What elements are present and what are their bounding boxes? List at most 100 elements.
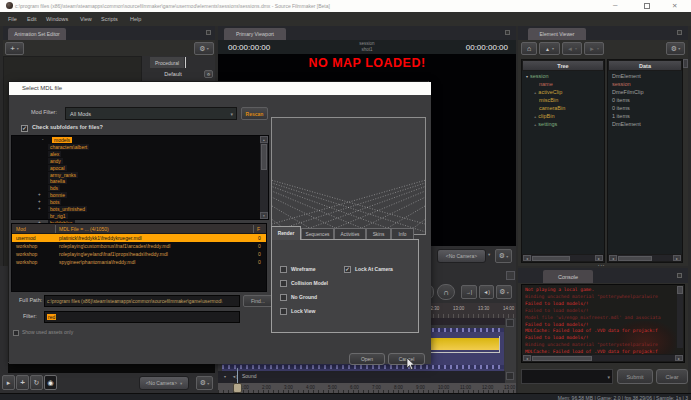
sound-collapse-arrow[interactable]: ▾ — [224, 374, 226, 379]
ev-tree-hscrollbar[interactable]: ◂▸ — [522, 254, 604, 262]
ev-splitter-dots[interactable]: ••• — [598, 263, 610, 266]
dialog-titlebar[interactable]: Select MDL file — [9, 82, 431, 95]
sound-track-row[interactable]: ▾ ◄) Sound — [218, 371, 505, 383]
tab-element-viewer[interactable]: Element Viewer — [528, 28, 586, 40]
viewport-camera-dropdown-arrow[interactable]: ▾ — [488, 252, 490, 257]
folder-item[interactable]: apocal — [48, 165, 67, 171]
viewport-camera-dropdown[interactable]: <No Camera> — [437, 249, 486, 263]
playhead-handle[interactable] — [233, 383, 242, 393]
menu-view[interactable]: View — [80, 16, 92, 22]
headphone-button[interactable]: ∩ — [437, 284, 455, 300]
ev-vscroll-up[interactable] — [683, 59, 688, 68]
tab-procedural[interactable]: Procedural — [150, 57, 184, 68]
rescan-button[interactable]: Rescan — [241, 107, 268, 120]
ev-data-row[interactable]: DmElement — [612, 73, 641, 79]
menu-scripts[interactable]: Scripts — [101, 16, 118, 22]
minimize-button[interactable]: – — [613, 0, 617, 9]
folder-item[interactable]: bots_unfinished — [48, 206, 87, 212]
ev-panel-menu-icon[interactable] — [677, 30, 682, 35]
clear-button[interactable]: Clear — [656, 369, 688, 384]
folder-item[interactable]: bds — [48, 185, 60, 191]
checkbox-no-ground[interactable] — [280, 294, 287, 301]
menu-edit[interactable]: Edit — [27, 16, 36, 22]
ev-data-row[interactable]: 1 items — [612, 113, 630, 119]
console-hscrollbar[interactable]: ◂▸ — [522, 354, 684, 362]
ev-tree-row[interactable]: miscBin — [534, 97, 558, 103]
home-button[interactable]: ⌂ — [521, 42, 537, 55]
folder-expander-icon[interactable]: + — [38, 199, 41, 204]
tab-animation-set-editor[interactable]: Animation Set Editor — [8, 28, 66, 40]
console-combo-arrow[interactable]: ▾ — [607, 374, 610, 380]
tree-expander-icon[interactable]: + — [534, 114, 536, 119]
up-button[interactable]: ▲▾ — [539, 42, 560, 55]
back-button[interactable]: ◄▾ — [562, 42, 582, 55]
viewport-panel-menu-icon[interactable] — [505, 30, 510, 35]
ev-data-hscrollbar[interactable]: ◂▸ — [608, 254, 682, 262]
ev-data-row[interactable]: session — [612, 81, 631, 87]
checkbox-collision-model[interactable] — [280, 280, 287, 287]
folder-tree-vscrollbar[interactable]: ▴ ▾ — [260, 136, 268, 219]
maximize-button[interactable] — [644, 3, 650, 9]
tab-console[interactable]: Console — [543, 270, 593, 283]
folder-expander-icon[interactable]: + — [38, 206, 41, 211]
ev-tree-row[interactable]: +clipBin — [534, 113, 555, 119]
timeline-camera-dropdown[interactable]: <No Camera>▾ — [139, 376, 189, 390]
tool-pointer-button[interactable]: ▸ — [2, 375, 15, 390]
menu-file[interactable]: File — [8, 16, 17, 22]
skip-to-end-button[interactable]: →| — [461, 285, 477, 299]
ev-data-row[interactable]: DmElement — [612, 121, 641, 127]
tool-rotate-button[interactable]: ↻ — [30, 375, 43, 390]
tree-expander-icon[interactable]: ▾ — [526, 74, 528, 79]
find-button[interactable]: Find... — [243, 295, 273, 307]
tool-record-button[interactable]: ◉ — [44, 375, 57, 390]
file-table-row[interactable]: workshoproleplaying\eyeland\fnaf1\props\… — [12, 250, 266, 258]
folder-tree[interactable]: ▴ ▾ - modelscharacters\albertalexandyapoc… — [11, 135, 269, 220]
subfolders-checkbox[interactable]: ✓ — [21, 125, 28, 132]
forward-button[interactable]: ►▾ — [584, 42, 604, 55]
console-panel-menu-icon[interactable] — [677, 273, 682, 278]
ev-tree-row[interactable]: cameraBin — [534, 105, 565, 111]
ev-tree-row[interactable]: name — [534, 81, 553, 87]
folder-item[interactable]: models — [52, 137, 72, 143]
folder-expander-icon[interactable]: - — [42, 137, 44, 142]
mod-filter-dropdown[interactable]: All Mods ▾ — [65, 107, 237, 120]
file-table-row[interactable]: usermodplatinick\freddykk1\freddykrueger… — [12, 234, 266, 242]
checkbox-wireframe[interactable] — [280, 266, 287, 273]
ev-data-row[interactable]: 0 items — [612, 105, 630, 111]
ev-data-row[interactable]: DmeFilmClip — [612, 89, 643, 95]
checkbox-lock-at-camera[interactable]: ✓ — [344, 266, 351, 273]
console-vscrollbar[interactable] — [677, 286, 683, 348]
model-preview[interactable] — [271, 117, 426, 235]
ev-data-row[interactable]: 0 items — [612, 97, 630, 103]
ev-gear-button[interactable]: ⚙▾ — [666, 42, 685, 55]
gutter-button-top[interactable] — [506, 319, 514, 327]
folder-item[interactable]: bots — [48, 199, 61, 205]
folder-item[interactable]: alex — [48, 151, 61, 157]
tree-expander-icon[interactable]: + — [534, 90, 536, 95]
viewport-gear-button[interactable]: ⚙▾ — [495, 249, 512, 263]
timeline-ruler-bottom[interactable]: 1:002:003:004:005:006:007:008:009:0010:0… — [218, 383, 516, 393]
ev-tree-header[interactable]: Tree — [522, 60, 604, 71]
tree-expander-icon[interactable]: + — [534, 122, 536, 127]
folder-expander-icon[interactable]: + — [38, 192, 41, 197]
file-table-header[interactable]: Mod MDL File = ... (4/1050) F — [12, 224, 266, 234]
add-animation-set-button[interactable]: +▾ — [5, 42, 24, 55]
folder-item[interactable]: andy — [48, 158, 63, 164]
ev-tree-row[interactable]: +activeClip — [534, 89, 562, 95]
file-table[interactable]: Mod MDL File = ... (4/1050) F usermodpla… — [11, 223, 267, 292]
menu-help[interactable]: Help — [130, 16, 141, 22]
ev-tree-row[interactable]: +settings — [534, 121, 557, 127]
file-table-row[interactable]: workshopspygineer\phantomania\freddy.mdl… — [12, 258, 266, 266]
ev-tree-row[interactable]: ▾session — [526, 73, 549, 79]
tab-primary-viewport[interactable]: Primary Viewport — [224, 28, 286, 40]
tool-move-button[interactable]: + — [16, 375, 29, 390]
folder-item[interactable]: characters\albert — [48, 144, 89, 150]
menu-windows[interactable]: Windows — [46, 16, 68, 22]
dialog-tab-render[interactable]: Render — [271, 226, 301, 240]
file-table-row[interactable]: workshoproleplaying\custombonus\fnaf1\ar… — [12, 242, 266, 250]
folder-item[interactable]: bonnie — [48, 192, 67, 198]
timeline-gear-button[interactable]: ⚙▾ — [196, 376, 213, 390]
sound-mute-button[interactable]: ◄) — [479, 285, 494, 299]
folder-item[interactable]: barella — [48, 178, 67, 184]
open-button[interactable]: Open — [349, 353, 385, 365]
